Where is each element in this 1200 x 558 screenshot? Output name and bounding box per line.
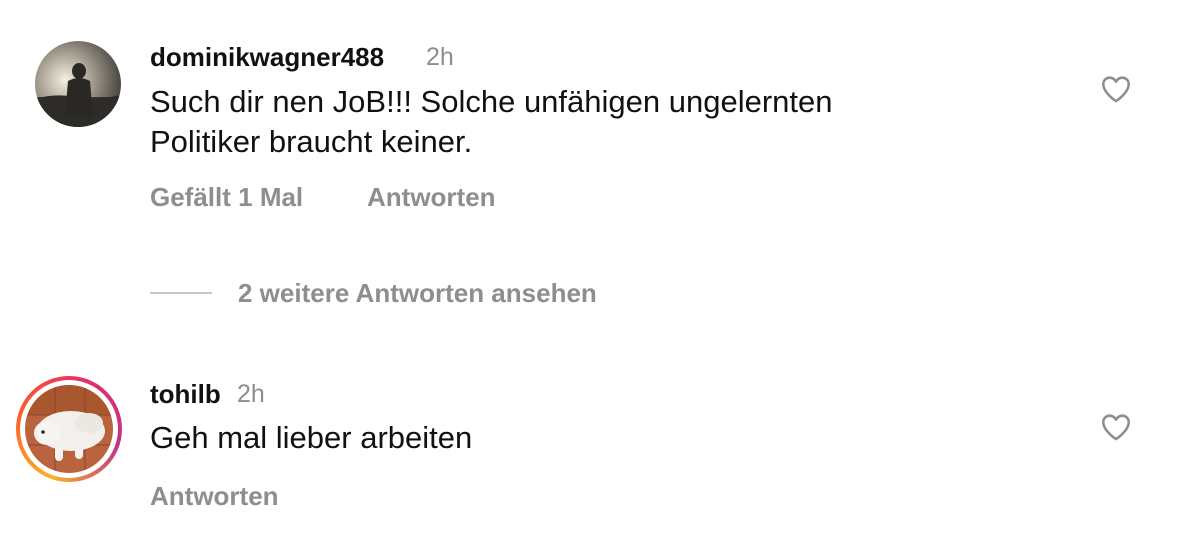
reply-button[interactable]: Antworten	[150, 481, 279, 512]
username[interactable]: tohilb	[150, 379, 221, 410]
likes-count[interactable]: Gefällt 1 Mal	[150, 182, 303, 213]
view-replies-button[interactable]: 2 weitere Antworten ansehen	[238, 278, 597, 309]
avatar[interactable]	[35, 41, 121, 127]
heart-outline-icon[interactable]	[1099, 72, 1133, 106]
comment-text-line: Such dir nen JoB!!! Solche unfähigen ung…	[150, 84, 833, 119]
heart-outline-icon[interactable]	[1099, 410, 1133, 444]
reply-button[interactable]: Antworten	[367, 182, 496, 213]
replies-divider	[150, 292, 212, 294]
timestamp: 2h	[237, 380, 265, 408]
story-ring[interactable]	[16, 376, 122, 482]
comment-text-line: Geh mal lieber arbeiten	[150, 420, 473, 455]
timestamp: 2h	[426, 43, 454, 71]
comment-text: Geh mal lieber arbeiten	[150, 418, 1050, 458]
comment-text: Such dir nen JoB!!! Solche unfähigen ung…	[150, 82, 1050, 162]
avatar	[25, 385, 113, 473]
username[interactable]: dominikwagner488	[150, 42, 384, 73]
comment-text-line: Politiker braucht keiner.	[150, 124, 473, 159]
